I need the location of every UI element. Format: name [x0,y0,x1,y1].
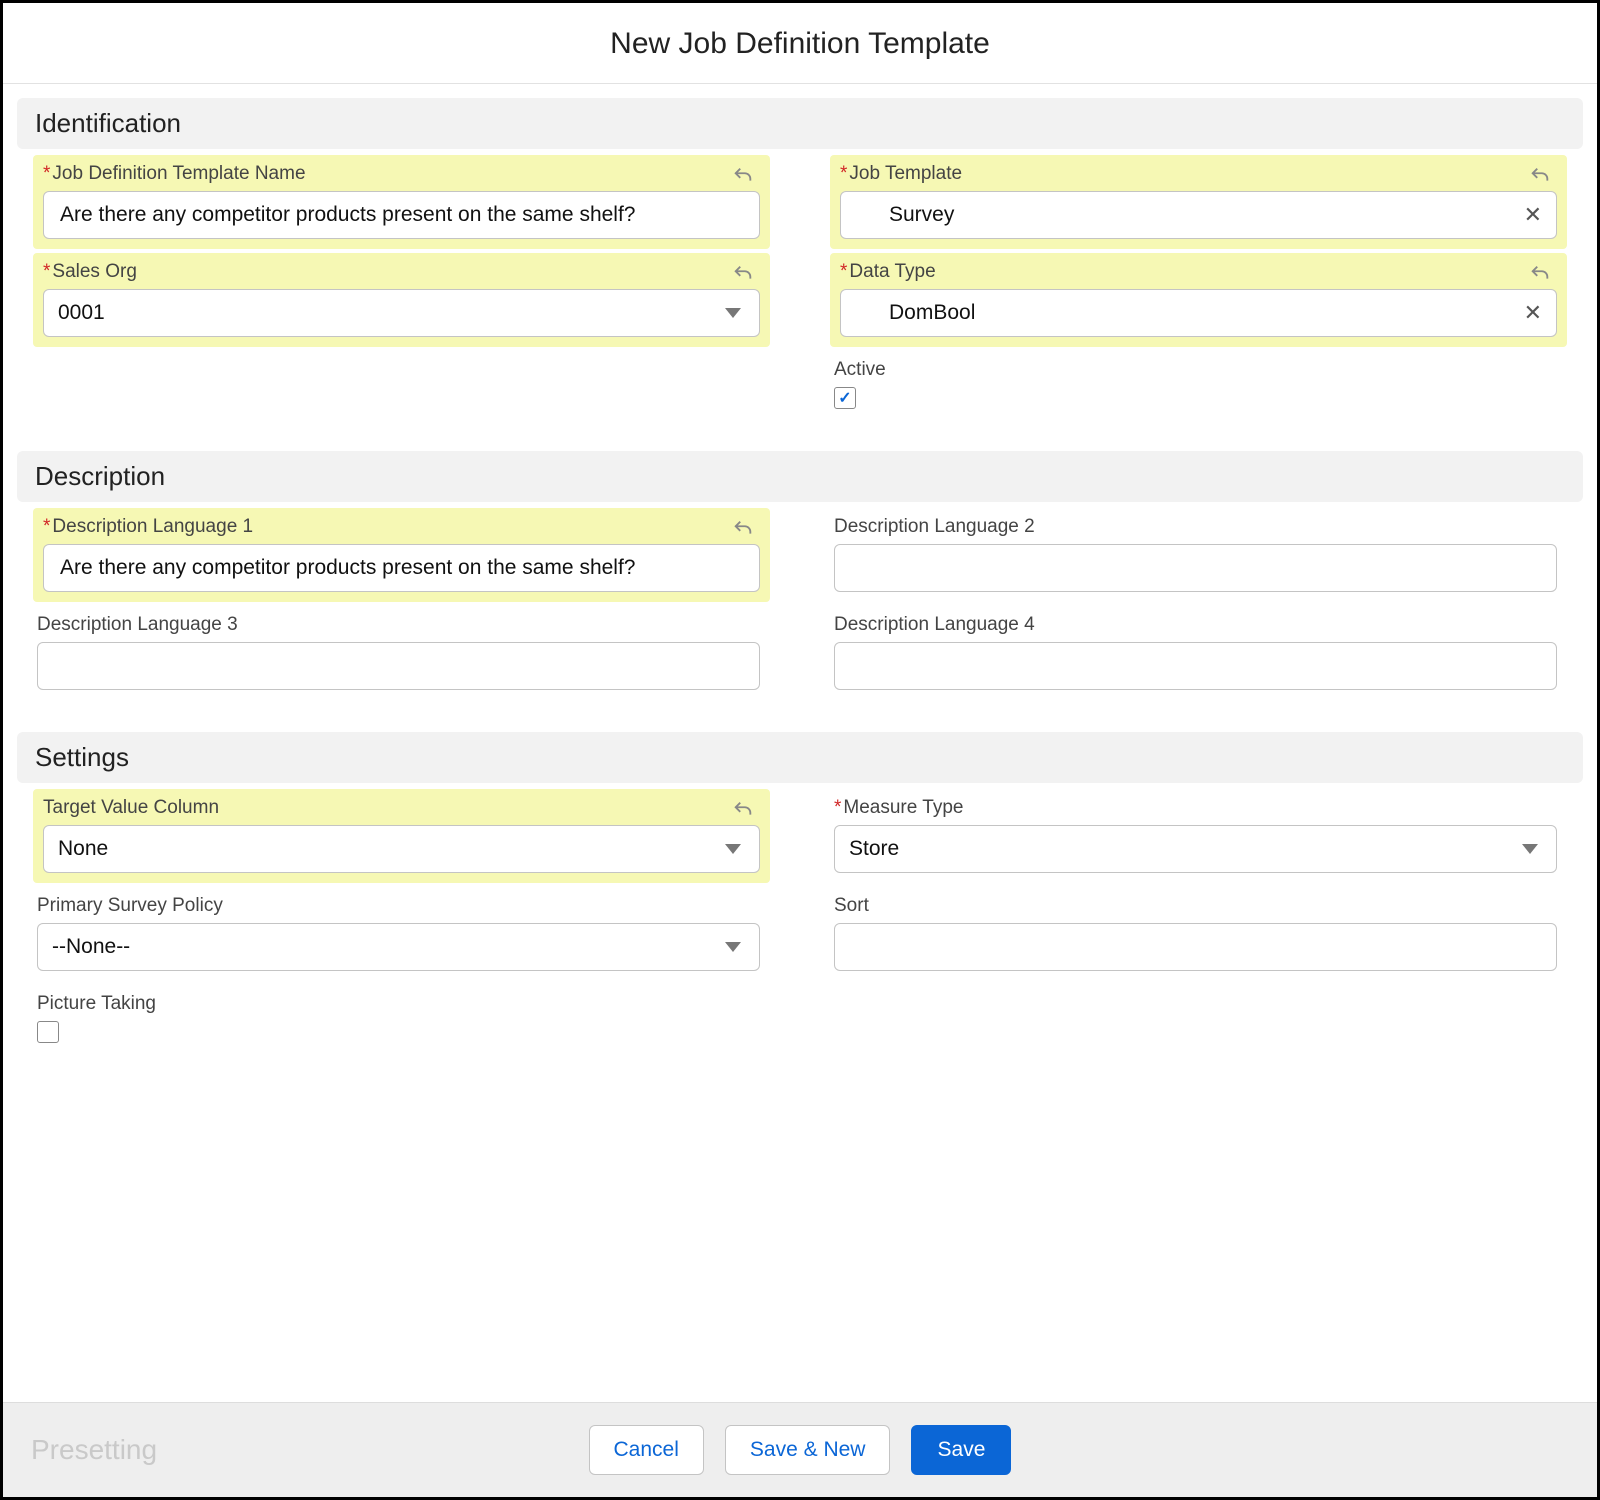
field-measure-type: *Measure Type Store [830,789,1567,883]
cancel-button[interactable]: Cancel [589,1425,704,1475]
section-header-identification: Identification [17,98,1583,149]
label-desc-lang-3: Description Language 3 [37,614,760,636]
settings-col-left: Target Value Column None Primary Survey … [33,789,770,1062]
field-desc-lang-1: *Description Language 1 [33,508,770,602]
select-policy-value: --None-- [52,935,130,959]
lookup-data-type[interactable]: DomBool ✕ [840,289,1557,337]
section-body-identification: *Job Definition Template Name *Sales Org [3,149,1597,437]
section-body-description: *Description Language 1 Description Lang… [3,502,1597,718]
input-sort-wrapper [834,923,1557,971]
settings-col-right: *Measure Type Store Sort [830,789,1567,1062]
label-sales-org: *Sales Org [43,261,760,283]
select-target-value: None [58,837,108,861]
input-desc-2-wrapper [834,544,1557,592]
lookup-job-template-value: Survey [889,203,954,227]
desc-col-left: *Description Language 1 Description Lang… [33,508,770,704]
save-and-new-button[interactable]: Save & New [725,1425,891,1475]
field-desc-lang-4: Description Language 4 [830,606,1567,700]
section-body-settings: Target Value Column None Primary Survey … [3,783,1597,1076]
undo-icon[interactable] [1529,165,1551,187]
select-measure-type[interactable]: Store [834,825,1557,873]
field-desc-lang-3: Description Language 3 [33,606,770,700]
input-desc-1-wrapper [43,544,760,592]
ident-col-right: *Job Template Survey ✕ *Data Type [830,155,1567,423]
undo-icon[interactable] [732,165,754,187]
input-desc-lang-1[interactable] [58,545,745,591]
field-template-name: *Job Definition Template Name [33,155,770,249]
label-sort: Sort [834,895,1557,917]
field-target-value-column: Target Value Column None [33,789,770,883]
input-desc-lang-2[interactable] [849,545,1542,591]
select-sales-org-value: 0001 [58,301,105,325]
modal-title: New Job Definition Template [3,3,1597,84]
modal-window: New Job Definition Template Identificati… [0,0,1600,1500]
field-sales-org: *Sales Org 0001 [33,253,770,347]
input-desc-4-wrapper [834,642,1557,690]
label-template-name: *Job Definition Template Name [43,163,760,185]
field-primary-survey-policy: Primary Survey Policy --None-- [33,887,770,981]
field-picture-taking: Picture Taking [33,985,770,1058]
checkbox-picture-taking[interactable] [37,1021,59,1043]
input-desc-3-wrapper [37,642,760,690]
section-header-presetting: Presetting [31,1434,157,1466]
label-picture-taking: Picture Taking [37,993,760,1015]
save-button[interactable]: Save [911,1425,1011,1475]
label-desc-lang-4: Description Language 4 [834,614,1557,636]
clear-icon[interactable]: ✕ [1524,202,1542,228]
field-data-type: *Data Type DomBool ✕ [830,253,1567,347]
label-data-type: *Data Type [840,261,1557,283]
desc-col-right: Description Language 2 Description Langu… [830,508,1567,704]
checkbox-active[interactable] [834,387,856,409]
label-measure-type: *Measure Type [834,797,1557,819]
undo-icon[interactable] [732,518,754,540]
label-desc-lang-1: *Description Language 1 [43,516,760,538]
lookup-job-template[interactable]: Survey ✕ [840,191,1557,239]
field-job-template: *Job Template Survey ✕ [830,155,1567,249]
input-desc-lang-4[interactable] [849,643,1542,689]
section-header-settings: Settings [17,732,1583,783]
select-primary-survey-policy[interactable]: --None-- [37,923,760,971]
field-sort: Sort [830,887,1567,981]
select-sales-org[interactable]: 0001 [43,289,760,337]
clear-icon[interactable]: ✕ [1524,300,1542,326]
modal-body-scroll[interactable]: Identification *Job Definition Template … [3,84,1597,1402]
select-measure-value: Store [849,837,899,861]
label-job-template: *Job Template [840,163,1557,185]
label-target-value-column: Target Value Column [43,797,760,819]
modal-footer: Presetting Cancel Save & New Save [3,1402,1597,1497]
select-target-value-column[interactable]: None [43,825,760,873]
input-sort[interactable] [849,924,1542,970]
section-header-description: Description [17,451,1583,502]
ident-col-left: *Job Definition Template Name *Sales Org [33,155,770,423]
lookup-data-type-value: DomBool [889,301,975,325]
label-primary-survey-policy: Primary Survey Policy [37,895,760,917]
input-template-name-wrapper [43,191,760,239]
label-active: Active [834,359,1557,381]
modal-content: Identification *Job Definition Template … [3,98,1597,1076]
field-desc-lang-2: Description Language 2 [830,508,1567,602]
undo-icon[interactable] [1529,263,1551,285]
label-desc-lang-2: Description Language 2 [834,516,1557,538]
undo-icon[interactable] [732,799,754,821]
input-template-name[interactable] [58,192,745,238]
field-active: Active [830,351,1567,419]
undo-icon[interactable] [732,263,754,285]
input-desc-lang-3[interactable] [52,643,745,689]
